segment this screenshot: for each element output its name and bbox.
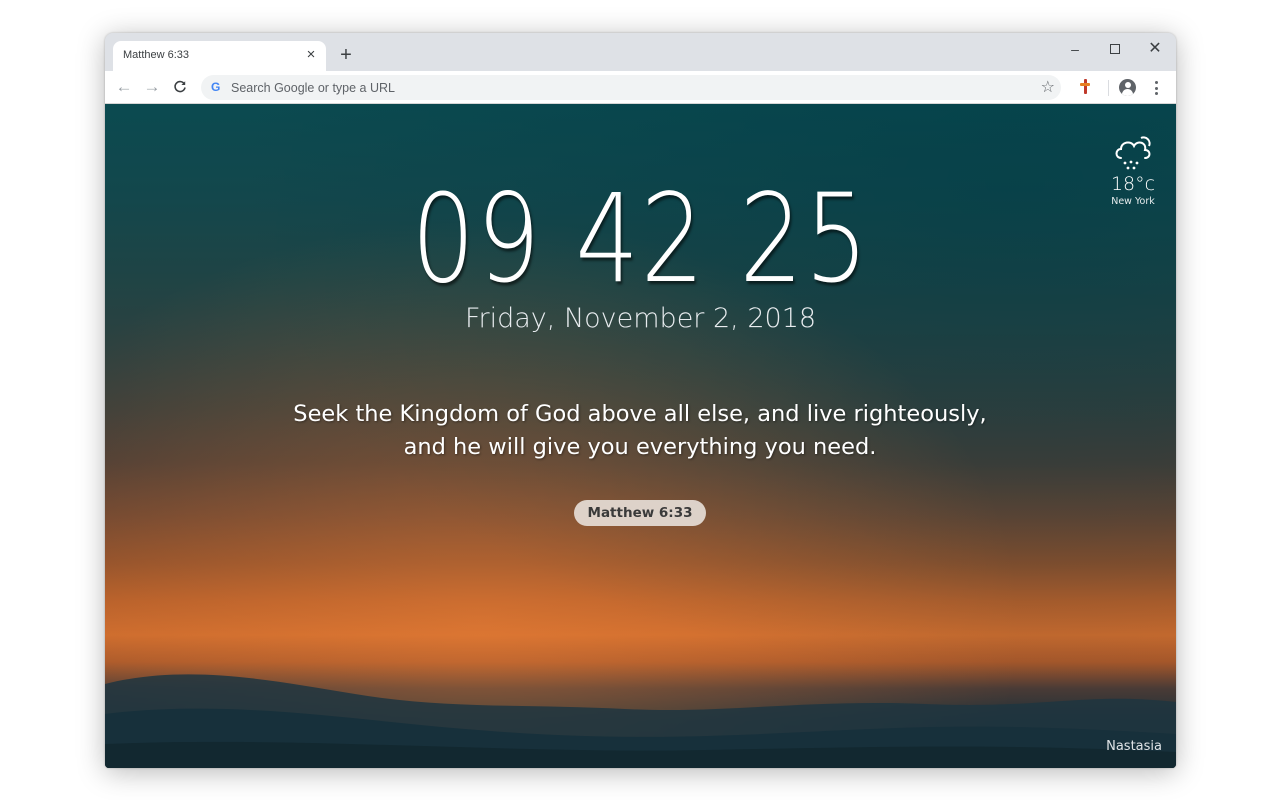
photo-credit[interactable]: Nastasia [1106,739,1162,754]
tab-close-icon[interactable]: × [302,46,320,64]
new-tab-page: 18°c New York 09 42 25 Friday, November … [105,104,1176,768]
maximize-icon [1110,44,1120,54]
reload-icon [174,80,186,93]
date: Friday, November 2, 2018 [464,303,817,334]
cross-extension-icon[interactable] [1078,78,1092,96]
maximize-button[interactable] [1101,39,1129,59]
clock-time: 09 42 25 [411,168,870,310]
new-tab-button[interactable]: + [336,45,356,65]
verse-text: Seek the Kingdom of God above all else, … [240,398,1040,464]
browser-window: Matthew 6:33 × + – ✕ ← → G ☆ [105,33,1176,768]
tab-title: Matthew 6:33 [123,49,190,61]
clock: 09 42 25 [105,174,1176,304]
tab-active[interactable]: Matthew 6:33 × [113,41,326,71]
minimize-button[interactable]: – [1061,39,1089,59]
google-icon: G [211,80,221,94]
verse-line: and he will give you everything you need… [403,434,877,460]
bookmark-star-icon[interactable]: ☆ [1041,77,1055,98]
verse-reference-button[interactable]: Matthew 6:33 [574,500,706,526]
forward-button[interactable]: → [141,76,163,98]
menu-icon[interactable] [1149,78,1163,98]
cloud-rain-icon [1115,136,1151,170]
back-button[interactable]: ← [113,76,135,98]
tab-strip: Matthew 6:33 × + – ✕ [105,33,1176,71]
verse-line: Seek the Kingdom of God above all else, … [293,401,987,427]
toolbar: ← → G ☆ [105,71,1176,104]
omnibox[interactable]: G ☆ [201,75,1061,100]
close-window-button[interactable]: ✕ [1141,39,1169,59]
reload-button[interactable] [169,76,191,98]
toolbar-divider [1108,80,1109,96]
landscape-hills [105,674,1176,768]
profile-icon[interactable] [1119,79,1136,96]
search-input[interactable] [231,75,1011,100]
